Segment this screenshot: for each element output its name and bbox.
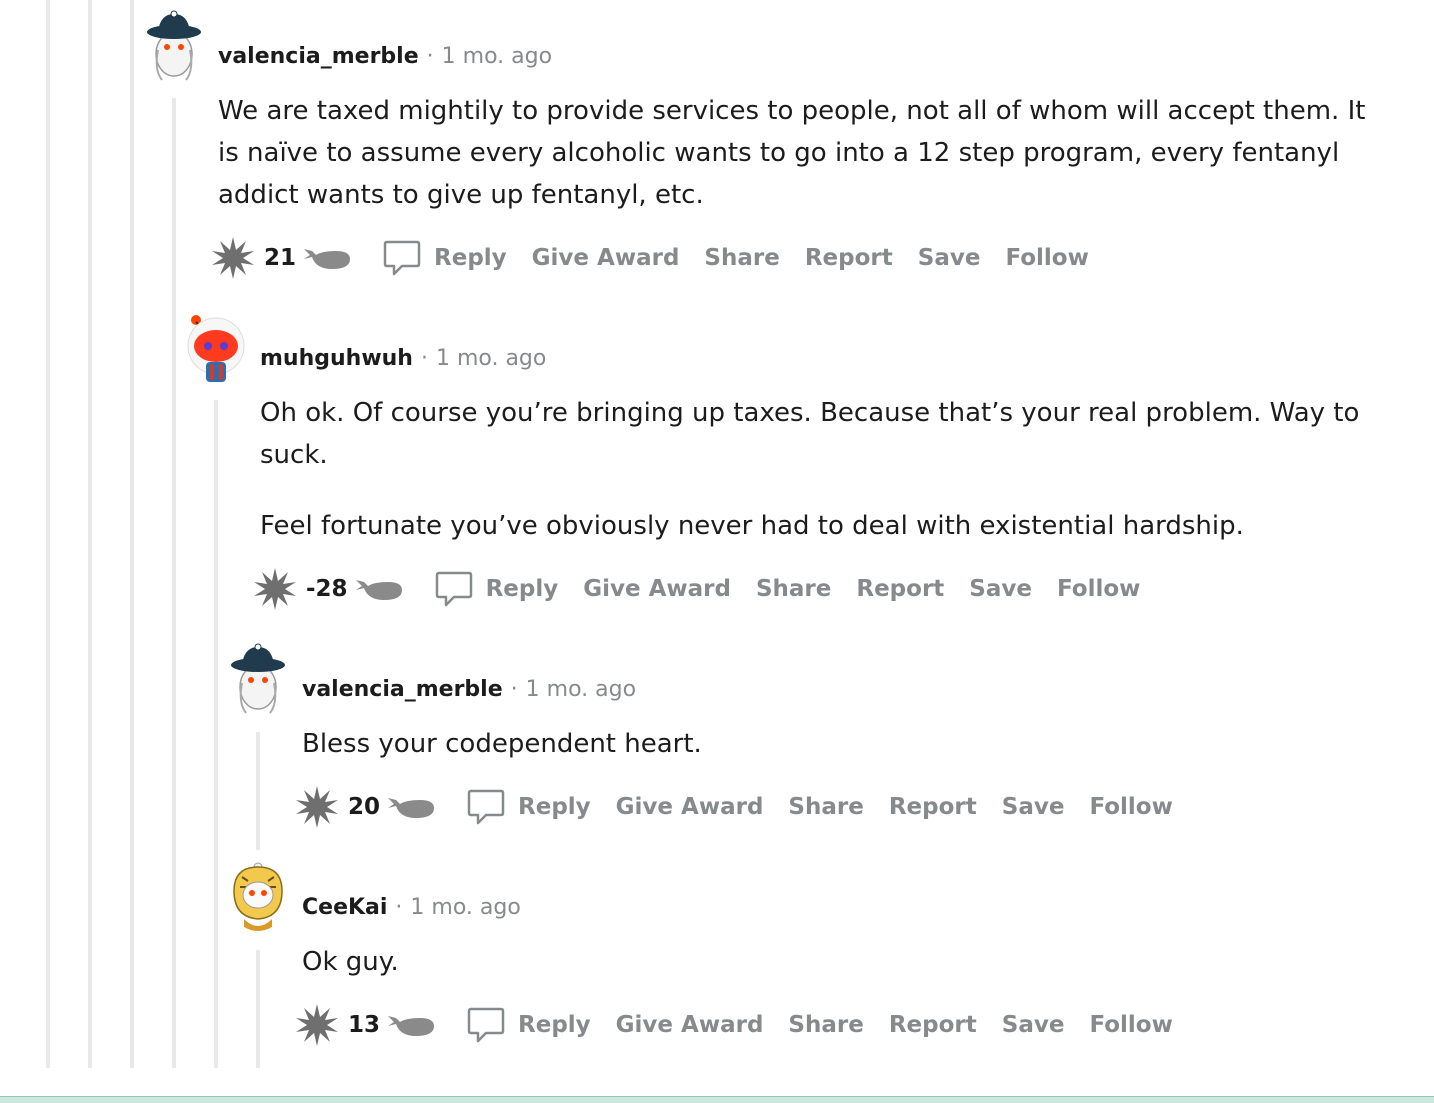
author-name[interactable]: valencia_merble <box>218 44 419 69</box>
save-button[interactable]: Save <box>969 576 1032 602</box>
report-button[interactable]: Report <box>805 245 893 271</box>
author-name[interactable]: CeeKai <box>302 895 387 920</box>
separator-dot: · <box>510 677 518 702</box>
downvote-whale-icon[interactable] <box>386 792 436 822</box>
vote-score: 20 <box>348 794 381 820</box>
comment-timestamp[interactable]: 1 mo. ago <box>410 895 520 920</box>
comment-actions: 13 Reply Give Award Share Report Save Fo… <box>294 1003 1173 1047</box>
comment-body: Bless your codependent heart. <box>302 723 1382 794</box>
follow-button[interactable]: Follow <box>1089 1012 1172 1038</box>
comment-body: Oh ok. Of course you’re bringing up taxe… <box>260 392 1380 576</box>
girl-hat-avatar-icon[interactable] <box>228 643 288 715</box>
give-award-button[interactable]: Give Award <box>616 1012 764 1038</box>
comment-timestamp[interactable]: 1 mo. ago <box>526 677 636 702</box>
separator-dot: · <box>420 346 428 371</box>
thread-line-1[interactable] <box>46 0 50 1068</box>
report-button[interactable]: Report <box>856 576 944 602</box>
vote-score: 21 <box>264 245 297 271</box>
share-button[interactable]: Share <box>788 1012 863 1038</box>
downvote-whale-icon[interactable] <box>302 243 352 273</box>
comment-body: Ok guy. <box>302 941 1382 1012</box>
upvote-icon[interactable] <box>294 1002 340 1048</box>
report-button[interactable]: Report <box>889 1012 977 1038</box>
give-award-button[interactable]: Give Award <box>616 794 764 820</box>
save-button[interactable]: Save <box>1002 1012 1065 1038</box>
share-button[interactable]: Share <box>788 794 863 820</box>
comment-actions: 21 Reply Give Award Share Report Save Fo… <box>210 236 1089 280</box>
comment-meta: valencia_merble · 1 mo. ago <box>218 42 552 72</box>
reply-button[interactable]: Reply <box>382 238 507 278</box>
reply-button[interactable]: Reply <box>466 787 591 827</box>
report-button[interactable]: Report <box>889 794 977 820</box>
snoo-red-avatar-icon[interactable] <box>186 312 246 384</box>
vote-score: 13 <box>348 1012 381 1038</box>
thread-line-3[interactable] <box>130 0 134 1068</box>
reply-label: Reply <box>518 1012 591 1038</box>
comment-actions: -28 Reply Give Award Share Report Save F… <box>252 567 1140 611</box>
girl-hat-avatar-icon[interactable] <box>144 10 204 82</box>
reply-label: Reply <box>518 794 591 820</box>
thread-line-2[interactable] <box>88 0 92 1068</box>
downvote-whale-icon[interactable] <box>354 574 404 604</box>
follow-button[interactable]: Follow <box>1089 794 1172 820</box>
comment-meta: valencia_merble · 1 mo. ago <box>302 675 636 705</box>
comment-bubble-icon <box>383 240 421 276</box>
save-button[interactable]: Save <box>918 245 981 271</box>
comment-bubble-icon <box>435 571 472 607</box>
reply-button[interactable]: Reply <box>466 1005 591 1045</box>
follow-button[interactable]: Follow <box>1057 576 1140 602</box>
comment-paragraph: Bless your codependent heart. <box>302 729 702 759</box>
follow-button[interactable]: Follow <box>1005 245 1088 271</box>
comment-paragraph: Oh ok. Of course you’re bringing up taxe… <box>260 398 1360 470</box>
comment-timestamp[interactable]: 1 mo. ago <box>436 346 546 371</box>
comment-bubble-icon <box>467 789 505 825</box>
comment-body: We are taxed mightily to provide service… <box>218 90 1368 245</box>
comment-paragraph: Ok guy. <box>302 947 399 977</box>
tiger-hood-avatar-icon[interactable] <box>228 861 288 933</box>
save-button[interactable]: Save <box>1002 794 1065 820</box>
author-name[interactable]: muhguhwuh <box>260 346 413 371</box>
thread-line-6[interactable] <box>256 732 260 850</box>
comment-meta: CeeKai · 1 mo. ago <box>302 893 521 923</box>
reply-label: Reply <box>434 245 507 271</box>
comment-timestamp[interactable]: 1 mo. ago <box>442 44 552 69</box>
separator-dot: · <box>395 895 403 920</box>
thread-line-5[interactable] <box>214 400 218 1068</box>
vote-score: -28 <box>306 576 348 602</box>
share-button[interactable]: Share <box>756 576 831 602</box>
reply-button[interactable]: Reply <box>434 569 559 609</box>
separator-dot: · <box>426 44 434 69</box>
share-button[interactable]: Share <box>704 245 779 271</box>
comment-actions: 20 Reply Give Award Share Report Save Fo… <box>294 785 1173 829</box>
comment-bubble-icon <box>467 1007 505 1043</box>
upvote-icon[interactable] <box>294 784 340 830</box>
comment-paragraph: Feel fortunate you’ve obviously never ha… <box>260 511 1244 541</box>
reply-label: Reply <box>485 576 559 602</box>
give-award-button[interactable]: Give Award <box>532 245 680 271</box>
upvote-icon[interactable] <box>252 566 298 612</box>
upvote-icon[interactable] <box>210 235 256 281</box>
thread-line-4[interactable] <box>172 98 176 1068</box>
author-name[interactable]: valencia_merble <box>302 677 503 702</box>
give-award-button[interactable]: Give Award <box>583 576 731 602</box>
comment-meta: muhguhwuh · 1 mo. ago <box>260 344 546 374</box>
downvote-whale-icon[interactable] <box>386 1010 436 1040</box>
comment-paragraph: We are taxed mightily to provide service… <box>218 96 1366 210</box>
thread-line-7[interactable] <box>256 950 260 1068</box>
